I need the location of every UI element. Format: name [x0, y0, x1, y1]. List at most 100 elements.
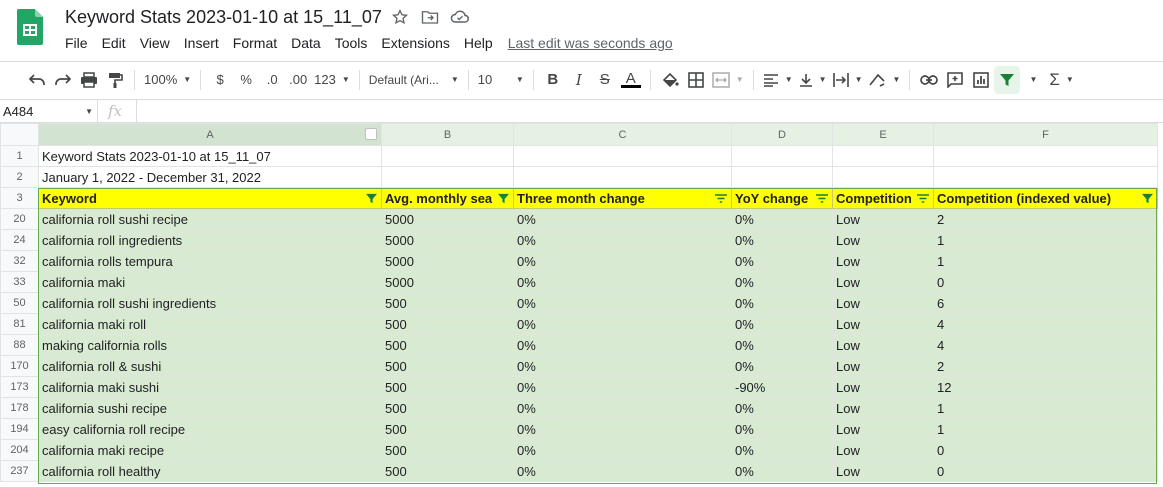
cell[interactable]: 0%: [513, 292, 732, 314]
fill-color-icon[interactable]: [657, 66, 683, 94]
menu-data[interactable]: Data: [284, 33, 328, 53]
filter-list-icon[interactable]: [714, 192, 728, 204]
cell[interactable]: 2: [933, 355, 1158, 377]
cell[interactable]: January 1, 2022 - December 31, 2022: [38, 166, 382, 188]
insert-link-icon[interactable]: [916, 66, 942, 94]
horizontal-align-icon[interactable]: ▼: [760, 66, 796, 94]
cell[interactable]: Low: [832, 418, 934, 440]
text-rotation-icon[interactable]: ▼: [865, 66, 903, 94]
more-formats-button[interactable]: 123 ▼: [311, 66, 353, 94]
insert-chart-icon[interactable]: [968, 66, 994, 94]
cell[interactable]: 0%: [513, 460, 732, 482]
cell[interactable]: 0%: [513, 397, 732, 419]
cell[interactable]: 0%: [731, 418, 833, 440]
cell[interactable]: 500: [381, 460, 514, 482]
cell[interactable]: 5000: [381, 229, 514, 251]
menu-help[interactable]: Help: [457, 33, 500, 53]
bold-button[interactable]: B: [540, 66, 566, 94]
cell[interactable]: [731, 145, 833, 167]
borders-icon[interactable]: [683, 66, 709, 94]
filter-active-icon[interactable]: [364, 192, 378, 204]
cell[interactable]: easy california roll recipe: [38, 418, 382, 440]
cell[interactable]: 0%: [731, 397, 833, 419]
row-number[interactable]: 178: [0, 397, 39, 419]
cell[interactable]: 0%: [513, 439, 732, 461]
cell[interactable]: 0%: [731, 292, 833, 314]
row-number[interactable]: 3: [0, 187, 39, 209]
cell[interactable]: 0: [933, 460, 1158, 482]
cell[interactable]: california rolls tempura: [38, 250, 382, 272]
row-number[interactable]: 88: [0, 334, 39, 356]
cell[interactable]: 0: [933, 271, 1158, 293]
cell[interactable]: 500: [381, 334, 514, 356]
zoom-select[interactable]: 100% ▼: [141, 66, 194, 94]
cell[interactable]: 0%: [513, 334, 732, 356]
cell[interactable]: 4: [933, 334, 1158, 356]
cell[interactable]: 500: [381, 439, 514, 461]
column-header-f[interactable]: F: [933, 123, 1158, 146]
cell[interactable]: Low: [832, 397, 934, 419]
column-heading-cell[interactable]: Keyword: [38, 187, 382, 209]
column-heading-cell[interactable]: Competition: [832, 187, 934, 209]
cell[interactable]: california maki roll: [38, 313, 382, 335]
cell[interactable]: 0%: [731, 439, 833, 461]
strikethrough-button[interactable]: S: [592, 66, 618, 94]
cell[interactable]: 500: [381, 313, 514, 335]
sheets-logo-icon[interactable]: [17, 9, 43, 45]
vertical-align-icon[interactable]: ▼: [796, 66, 830, 94]
last-edit-link[interactable]: Last edit was seconds ago: [508, 33, 673, 53]
cell[interactable]: 1: [933, 397, 1158, 419]
filter-active-icon[interactable]: [1140, 192, 1154, 204]
cell[interactable]: california maki sushi: [38, 376, 382, 398]
column-header-c[interactable]: C: [513, 123, 732, 146]
cell[interactable]: Low: [832, 460, 934, 482]
cell[interactable]: [381, 145, 514, 167]
cell[interactable]: Keyword Stats 2023-01-10 at 15_11_07: [38, 145, 382, 167]
percent-format-button[interactable]: %: [233, 66, 259, 94]
filter-views-dropdown[interactable]: ▼: [1020, 66, 1046, 94]
cell[interactable]: [933, 166, 1158, 188]
undo-icon[interactable]: [24, 66, 50, 94]
cell[interactable]: Low: [832, 208, 934, 230]
column-header-a[interactable]: A: [38, 123, 382, 146]
cell[interactable]: california roll healthy: [38, 460, 382, 482]
cell[interactable]: [381, 166, 514, 188]
cell[interactable]: 500: [381, 292, 514, 314]
menu-extensions[interactable]: Extensions: [374, 33, 456, 53]
cell[interactable]: 0%: [731, 271, 833, 293]
font-size-select[interactable]: 10 ▼: [475, 66, 527, 94]
name-box[interactable]: A484 ▼: [0, 100, 98, 122]
currency-format-button[interactable]: $: [207, 66, 233, 94]
cell[interactable]: Low: [832, 376, 934, 398]
cell[interactable]: -90%: [731, 376, 833, 398]
cell[interactable]: 0%: [513, 271, 732, 293]
cell[interactable]: Low: [832, 292, 934, 314]
cell[interactable]: 0%: [513, 355, 732, 377]
cell[interactable]: 1: [933, 250, 1158, 272]
cell[interactable]: 0%: [731, 334, 833, 356]
cell[interactable]: 2: [933, 208, 1158, 230]
select-all-corner[interactable]: [0, 123, 39, 146]
cell[interactable]: california maki: [38, 271, 382, 293]
cell[interactable]: 0%: [513, 229, 732, 251]
column-heading-cell[interactable]: Competition (indexed value): [933, 187, 1158, 209]
cell[interactable]: Low: [832, 229, 934, 251]
cell[interactable]: 500: [381, 376, 514, 398]
row-number[interactable]: 81: [0, 313, 39, 335]
cell[interactable]: 500: [381, 355, 514, 377]
cell[interactable]: 0%: [513, 418, 732, 440]
increase-decimal-button[interactable]: .00: [285, 66, 311, 94]
cell[interactable]: [933, 145, 1158, 167]
filter-list-icon[interactable]: [916, 192, 930, 204]
cell[interactable]: [832, 166, 934, 188]
row-number[interactable]: 2: [0, 166, 39, 188]
paint-format-icon[interactable]: [102, 66, 128, 94]
cell[interactable]: Low: [832, 250, 934, 272]
italic-button[interactable]: I: [566, 66, 592, 94]
cell[interactable]: 6: [933, 292, 1158, 314]
column-heading-cell[interactable]: Three month change: [513, 187, 732, 209]
move-folder-icon[interactable]: [418, 7, 442, 27]
cell[interactable]: 4: [933, 313, 1158, 335]
functions-icon[interactable]: Σ ▼: [1046, 66, 1076, 94]
cell[interactable]: california maki recipe: [38, 439, 382, 461]
